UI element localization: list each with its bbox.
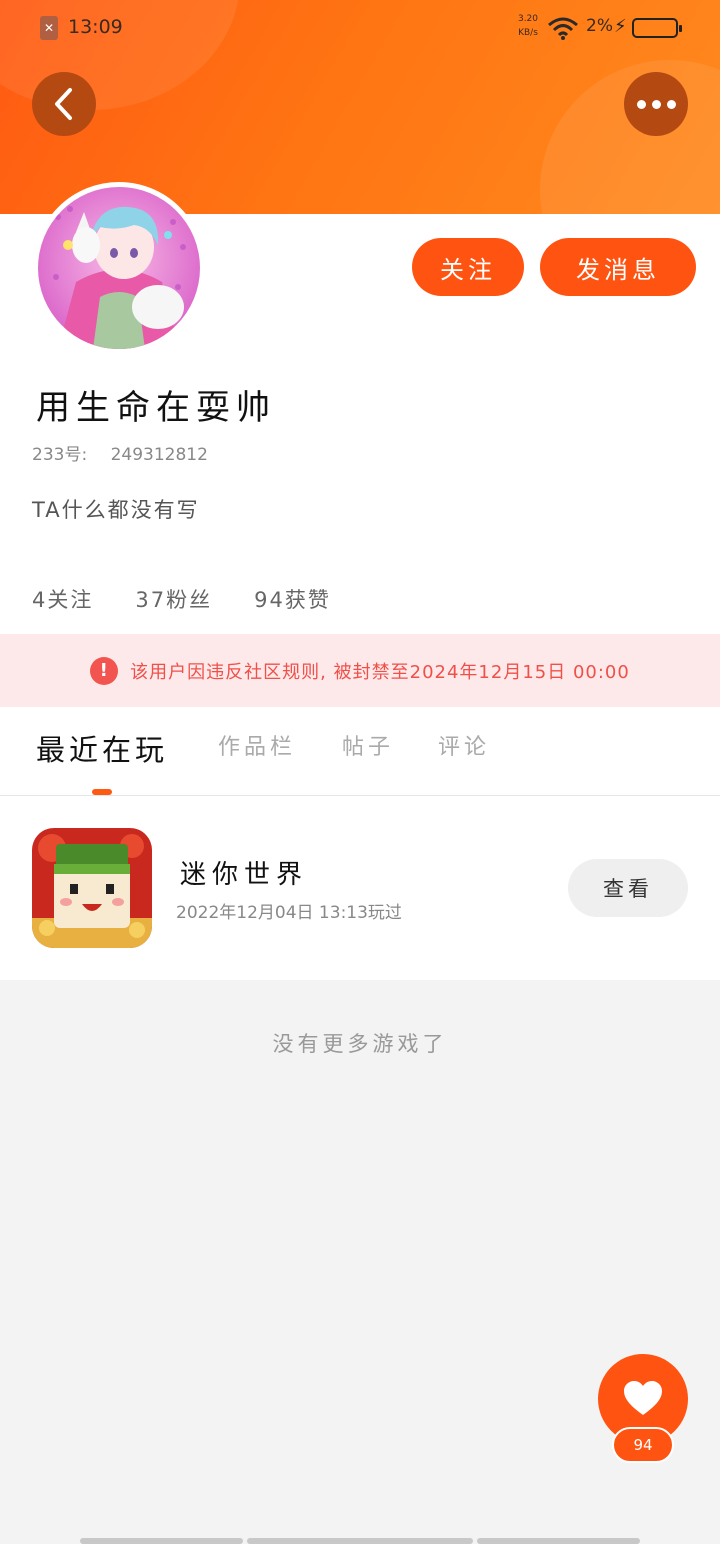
battery-icon [632, 18, 682, 38]
user-bio: TA什么都没有写 [32, 498, 200, 522]
game-title: 迷你世界 [180, 860, 309, 890]
view-game-button[interactable]: 查看 [568, 859, 688, 917]
home-indicator [80, 1538, 243, 1544]
follow-button[interactable]: 关注 [412, 238, 524, 296]
status-time: 13:09 [68, 16, 123, 38]
network-speed-value: 3.20 [517, 14, 539, 24]
empty-list-hint: 没有更多游戏了 [272, 1032, 448, 1056]
fans-count[interactable]: 37粉丝 [135, 584, 212, 614]
game-icon [32, 828, 152, 948]
profile-tabs: 最近在玩 作品栏 帖子 评论 [0, 707, 720, 796]
tab-recently-played[interactable]: 最近在玩 [36, 727, 168, 769]
list-item[interactable]: 迷你世界 2022年12月04日 13:13玩过 查看 [0, 796, 720, 980]
status-bar: ✕ 13:09 3.20 KB/s 2% ⚡ [0, 0, 720, 56]
profile-stats: 4关注 37粉丝 94获赞 [32, 584, 331, 614]
send-message-button[interactable]: 发消息 [540, 238, 696, 296]
tab-works[interactable]: 作品栏 [218, 729, 296, 761]
wifi-icon [547, 16, 579, 45]
charging-icon: ⚡ [614, 16, 627, 37]
network-speed: 3.20 KB/s [514, 12, 542, 40]
more-dots-icon [666, 99, 676, 109]
tab-comments[interactable]: 评论 [438, 729, 490, 761]
heart-icon [624, 1381, 662, 1415]
no-sim-icon: ✕ [40, 16, 58, 40]
alert-icon: ! [90, 656, 119, 685]
battery-percent: 2% [586, 16, 613, 36]
account-id-value[interactable]: 249312812 [111, 445, 208, 465]
more-options-button[interactable] [624, 72, 688, 136]
avatar[interactable] [33, 182, 205, 354]
tab-posts[interactable]: 帖子 [342, 729, 394, 761]
user-nickname: 用生命在耍帅 [36, 388, 276, 428]
game-last-played: 2022年12月04日 13:13玩过 [176, 903, 402, 923]
active-tab-indicator [92, 789, 112, 795]
ban-notice-text: 该用户因违反社区规则, 被封禁至2024年12月15日 00:00 [130, 661, 630, 683]
likes-received-count: 94获赞 [254, 588, 331, 612]
chevron-left-icon [55, 88, 72, 120]
account-id-label: 233号: [32, 445, 88, 465]
network-speed-unit: KB/s [518, 28, 538, 38]
more-dots-icon [636, 99, 646, 109]
following-count[interactable]: 4关注 [32, 584, 93, 614]
home-indicator [247, 1538, 473, 1544]
account-id-row: 233号: 249312812 [32, 440, 226, 465]
more-dots-icon [651, 99, 661, 109]
like-count-badge: 94 [612, 1427, 674, 1463]
home-indicator [477, 1538, 640, 1544]
back-button[interactable] [32, 72, 96, 136]
ban-notice-banner: ! 该用户因违反社区规则, 被封禁至2024年12月15日 00:00 [0, 634, 720, 707]
